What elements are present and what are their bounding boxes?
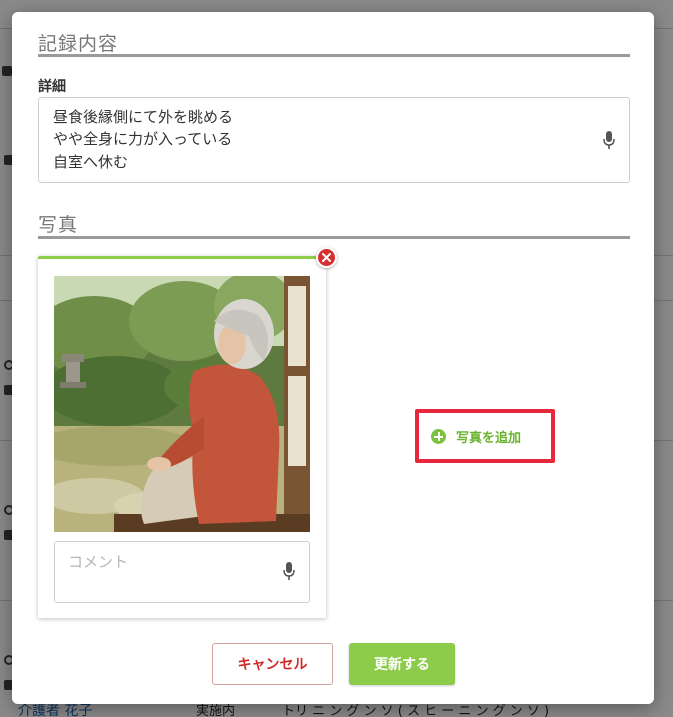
add-photo-highlight: 写真を追加: [415, 409, 555, 463]
detail-line: やや全身に力が入っている: [53, 130, 233, 148]
photo-thumbnail[interactable]: [54, 276, 310, 532]
close-icon: [322, 253, 331, 262]
plus-circle-icon: [431, 429, 446, 444]
add-photo-button[interactable]: 写真を追加: [431, 427, 521, 446]
comment-input[interactable]: コメント: [54, 541, 310, 603]
photo-image: [54, 276, 310, 532]
detail-textarea[interactable]: 昼食後縁側にて外を眺める やや全身に力が入っている 自室へ休む: [38, 97, 630, 183]
mic-icon[interactable]: [603, 131, 615, 151]
comment-placeholder: コメント: [68, 553, 129, 571]
mic-icon[interactable]: [283, 562, 295, 582]
detail-line: 昼食後縁側にて外を眺める: [53, 108, 234, 126]
detail-label: 詳細: [38, 79, 66, 95]
record-section-title: 記録内容: [38, 33, 119, 55]
add-photo-label: 写真を追加: [456, 431, 522, 446]
photo-card: コメント: [38, 256, 326, 618]
section-divider: [38, 236, 630, 239]
edit-record-modal: 記録内容 詳細 昼食後縁側にて外を眺める やや全身に力が入っている 自室へ休む …: [12, 12, 654, 704]
update-button[interactable]: 更新する: [349, 643, 455, 685]
section-divider: [38, 54, 630, 57]
detail-line: 自室へ休む: [53, 153, 129, 171]
photo-section-title: 写真: [38, 214, 79, 236]
remove-photo-button[interactable]: [316, 247, 337, 268]
cancel-button[interactable]: キャンセル: [212, 643, 333, 685]
